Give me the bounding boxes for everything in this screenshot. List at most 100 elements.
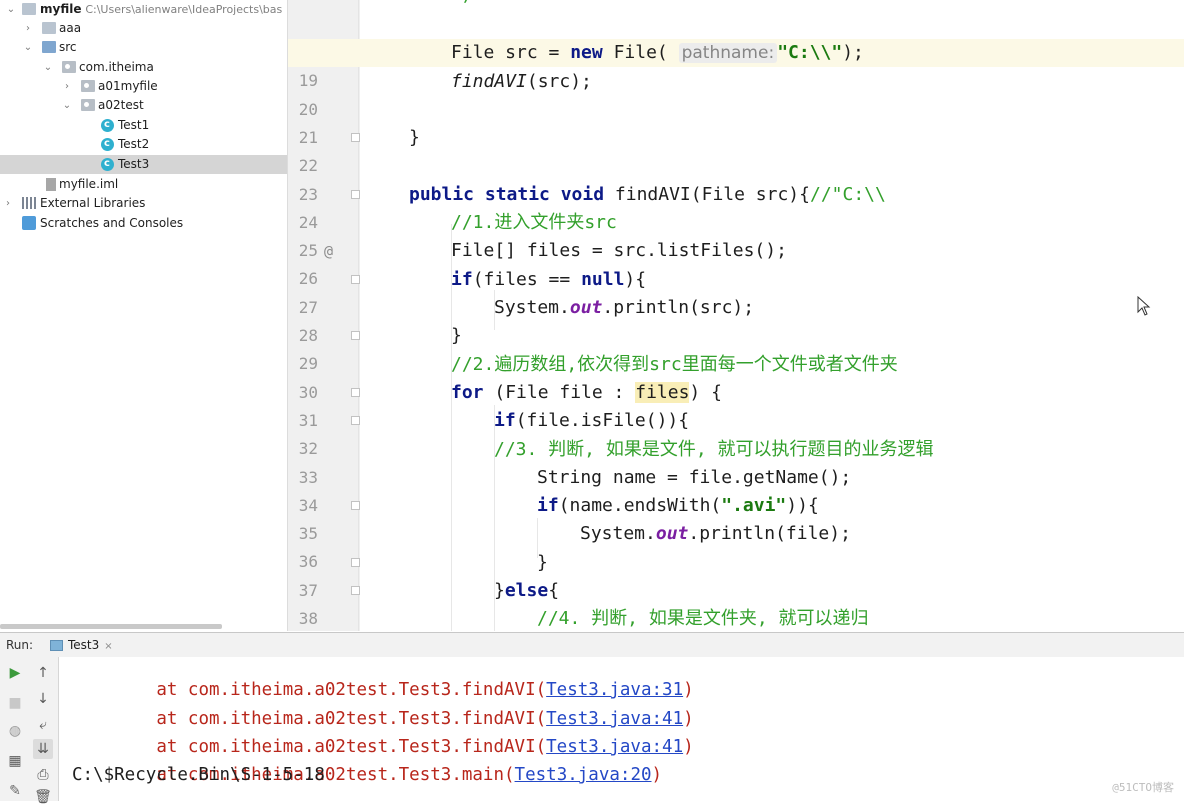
arrow-down-icon[interactable]: ↓	[33, 689, 53, 709]
chevron-down-icon[interactable]: ⌄	[61, 96, 73, 115]
code-line-21[interactable]: 21	[288, 96, 1184, 147]
fold-marker-icon[interactable]	[351, 331, 360, 340]
stop-icon[interactable]: ■	[5, 693, 25, 713]
pin-icon[interactable]: ✎	[5, 781, 25, 801]
console-line: at com.itheima.a02test.Test3.findAVI(Tes…	[72, 677, 693, 729]
console-output[interactable]: at com.itheima.a02test.Test3.findAVI(Tes…	[59, 657, 1184, 801]
horizontal-scrollbar[interactable]	[0, 624, 222, 629]
tree-item-a02test[interactable]: ⌄ a02test	[0, 96, 287, 115]
code-comment: //"C:\\	[809, 184, 886, 205]
module-file-icon	[46, 178, 56, 191]
arrow-up-icon[interactable]: ↑	[33, 663, 53, 683]
tree-item-a01myfile[interactable]: › a01myfile	[0, 77, 287, 96]
fold-marker-icon[interactable]	[351, 558, 360, 567]
tree-item-aaa[interactable]: › aaa	[0, 19, 287, 38]
code-line-22[interactable]: 22 }	[288, 124, 1184, 175]
layout-icon[interactable]: ▦	[5, 751, 25, 771]
chevron-down-icon[interactable]: ⌄	[5, 0, 17, 19]
code-text: }	[451, 325, 462, 346]
tree-item-label: com.itheima	[79, 60, 154, 74]
code-line-37[interactable]: 37 }	[288, 549, 1184, 600]
close-icon[interactable]: ×	[104, 641, 112, 652]
code-line-29[interactable]: 29 }	[288, 322, 1184, 373]
fold-marker-icon[interactable]	[351, 501, 360, 510]
chevron-down-icon[interactable]: ⌄	[42, 58, 54, 77]
code-line-20[interactable]: 20 findAVI(src);	[288, 68, 1184, 119]
code-line-23[interactable]: 23	[288, 153, 1184, 204]
code-line-33[interactable]: 33 //3. 判断, 如果是文件, 就可以执行题目的业务逻辑	[288, 436, 1184, 487]
code-line-39[interactable]: 39 //4. 判断, 如果是文件夹, 就可以递归	[288, 605, 1184, 631]
trash-icon[interactable]: 🗑	[33, 787, 53, 807]
tree-item-com-itheima[interactable]: ⌄ com.itheima	[0, 58, 287, 77]
code-line-26[interactable]: 26 File[] files = src.listFiles();	[288, 237, 1184, 288]
code-line-35[interactable]: 35 if(name.endsWith(".avi")){	[288, 492, 1184, 543]
code-line-36[interactable]: 36 System.out.println(file);	[288, 520, 1184, 571]
print-icon[interactable]: ⎙	[33, 765, 53, 785]
tree-item-test1[interactable]: Test1	[0, 115, 287, 135]
source-folder-icon	[42, 41, 56, 53]
console-line: at com.itheima.a02test.Test3.main(Test3.…	[72, 733, 662, 785]
code-line-24[interactable]: 24 @ public static void findAVI(File src…	[288, 181, 1184, 260]
scroll-to-end-icon[interactable]: ⇊	[33, 739, 53, 759]
code-line-19[interactable]: 19 File src = new File( pathname: "C:\\")…	[288, 39, 1184, 90]
code-text: File src =	[451, 42, 571, 63]
chevron-right-icon[interactable]: ›	[61, 77, 73, 96]
tree-item-project-root[interactable]: ⌄ myfile C:\Users\alienware\IdeaProjects…	[0, 0, 287, 19]
code-text: findAVI(File src){	[604, 184, 810, 205]
fold-marker-icon[interactable]	[351, 388, 360, 397]
tree-item-test3[interactable]: Test3	[0, 154, 287, 174]
code-text: System.	[494, 297, 570, 318]
soft-wrap-icon[interactable]: ⤶	[33, 715, 53, 735]
tree-item-test2[interactable]: Test2	[0, 134, 287, 154]
code-text: File[] files = src.listFiles();	[451, 240, 787, 261]
java-class-icon	[101, 134, 114, 153]
code-line-18[interactable]: 18	[288, 11, 1184, 62]
tree-item-scratches[interactable]: Scratches and Consoles	[0, 214, 287, 233]
chevron-right-icon[interactable]: ›	[22, 19, 34, 38]
run-tool-window-header: Run: Test3 ×	[0, 632, 1184, 658]
fold-marker-icon[interactable]	[351, 586, 360, 595]
code-keyword: for	[451, 382, 484, 403]
code-line-31[interactable]: 31 for (File file : files) {	[288, 379, 1184, 430]
package-icon	[81, 99, 95, 111]
package-icon	[81, 80, 95, 92]
code-static-field: out	[569, 297, 603, 318]
code-editor[interactable]: */ 18 19 File src = new File( pathname:"…	[288, 0, 1184, 631]
code-line-28[interactable]: 28 System.out.println(src);	[288, 294, 1184, 345]
code-line-38[interactable]: 38 }else{	[288, 577, 1184, 628]
library-icon	[22, 197, 36, 209]
code-line-25[interactable]: 25 //1.进入文件夹src	[288, 209, 1184, 260]
play-icon[interactable]: ▶	[5, 663, 25, 683]
code-keyword: if	[537, 495, 559, 516]
run-tab-test3[interactable]: Test3 ×	[44, 633, 119, 657]
source-link[interactable]: Test3.java:20	[515, 765, 652, 785]
chevron-right-icon[interactable]: ›	[2, 194, 14, 213]
tree-item-myfile-iml[interactable]: myfile.iml	[0, 175, 287, 194]
package-icon	[62, 61, 76, 73]
fold-marker-icon[interactable]	[351, 190, 360, 199]
code-line-32[interactable]: 32 if(file.isFile()){	[288, 407, 1184, 458]
code-line-30[interactable]: 30 //2.遍历数组,依次得到src里面每一个文件或者文件夹	[288, 351, 1184, 402]
code-text: }	[409, 127, 420, 148]
fold-marker-icon[interactable]	[351, 133, 360, 142]
tree-item-label: Test3	[118, 157, 150, 171]
project-root-path: C:\Users\alienware\IdeaProjects\bas	[85, 3, 283, 16]
fold-marker-icon[interactable]	[351, 275, 360, 284]
run-config-icon	[50, 640, 63, 651]
code-keyword: new	[570, 42, 603, 63]
code-line-27[interactable]: 27 if(files == null){	[288, 266, 1184, 317]
code-text: );	[842, 42, 864, 63]
tree-item-src[interactable]: ⌄ src	[0, 38, 287, 57]
code-method-call: findAVI	[451, 71, 527, 92]
code-comment: //4. 判断, 如果是文件夹, 就可以递归	[537, 608, 869, 629]
chevron-down-icon[interactable]: ⌄	[22, 38, 34, 57]
code-line-17[interactable]: */	[288, 0, 1184, 10]
code-static-field: out	[655, 523, 689, 544]
run-tab-label: Test3	[68, 638, 100, 652]
tree-item-external-libraries[interactable]: › External Libraries	[0, 194, 287, 213]
tree-item-label: a01myfile	[98, 79, 158, 93]
code-line-34[interactable]: 34 String name = file.getName();	[288, 464, 1184, 515]
code-text: File(	[602, 42, 679, 63]
fold-marker-icon[interactable]	[351, 416, 360, 425]
camera-icon[interactable]: ◍	[5, 721, 25, 741]
